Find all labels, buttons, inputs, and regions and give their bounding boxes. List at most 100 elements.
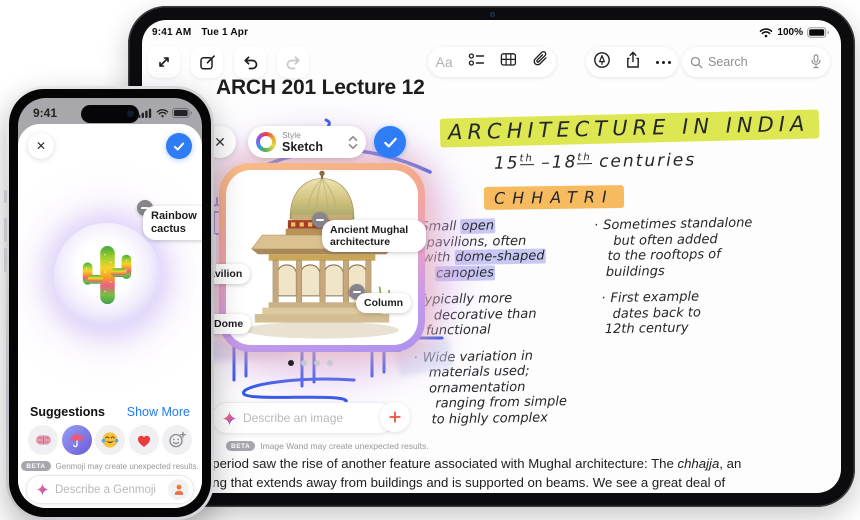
ipad-statusbar: 9:41 AM Tue 1 Apr — [152, 27, 258, 38]
text-format-button[interactable]: Aa — [435, 54, 452, 70]
handwritten-section-title: CHHATRI — [483, 185, 624, 210]
genmoji-beta-disclaimer: BETA Genmoji may create unexpected resul… — [18, 461, 202, 471]
style-picker[interactable]: Style Sketch — [248, 126, 366, 158]
ipad-screen: 9:41 AM Tue 1 Apr 100% Aa Search ARCH 20… — [142, 20, 841, 493]
attach-button[interactable] — [532, 51, 549, 73]
collapse-note-button[interactable] — [148, 46, 180, 78]
note-bullet: ·Wide variation inmaterials used;ornamen… — [413, 347, 619, 428]
ipad-date: Tue 1 Apr — [201, 27, 249, 38]
markup-toolbar — [586, 47, 678, 77]
undo-icon — [243, 55, 257, 69]
power-button — [213, 234, 216, 272]
red-heart-suggestion[interactable] — [128, 425, 159, 455]
add-image-button[interactable] — [380, 402, 410, 432]
battery-icon — [807, 27, 829, 38]
ipad-statusbar-right: 100% — [759, 27, 829, 38]
suggestions-row — [28, 425, 192, 455]
iphone-clock: 9:41 — [33, 106, 58, 120]
compose-button[interactable] — [191, 46, 223, 78]
battery-icon — [172, 108, 192, 118]
search-icon — [690, 56, 703, 68]
checklist-icon — [468, 53, 484, 66]
handwritten-heading: ARCHITECTURE IN INDIA — [439, 109, 820, 148]
dictation-mic-icon[interactable] — [810, 54, 822, 70]
iphone-screen: 9:41 ✕ Rainbow cactus Suggestions Show M… — [18, 98, 202, 508]
variant-page-dots[interactable] — [288, 360, 333, 366]
ipad-front-camera — [489, 12, 495, 17]
wand-beta-disclaimer: BETA Image Wand may create unexpected re… — [226, 441, 429, 451]
suggestions-label: Suggestions — [30, 405, 106, 419]
note-line: buildings — [605, 263, 665, 280]
add-emoji-suggestion[interactable] — [162, 425, 192, 455]
wifi-icon — [760, 28, 773, 38]
apple-intelligence-sparkle-icon — [36, 483, 49, 496]
wifi-icon — [156, 109, 169, 118]
undo-button[interactable] — [234, 46, 266, 78]
umbrella-suggestion[interactable] — [61, 425, 92, 455]
genmoji-disclaimer-text: Genmoji may create unexpected results. — [55, 461, 199, 471]
checklist-button[interactable] — [468, 52, 485, 72]
note-bullet: · Sometimes standalone but often added to t… — [594, 214, 841, 280]
battery-percent: 100% — [777, 27, 803, 38]
volume-down-button — [4, 248, 7, 272]
handwritten-subheading: 15th –18th centuries — [493, 150, 697, 174]
style-label: Style — [282, 130, 301, 140]
dynamic-island — [81, 105, 139, 123]
note-body-text: s period saw the rise of another feature… — [202, 456, 742, 490]
note-title: ARCH 201 Lecture 12 — [216, 76, 425, 99]
ipad-clock: 9:41 AM — [152, 27, 192, 38]
genmoji-accept-button[interactable] — [166, 133, 192, 159]
beta-badge: BETA — [21, 461, 51, 471]
table-icon — [500, 53, 516, 66]
note-bullet: · First example dates back to 12th century — [601, 287, 841, 338]
share-button[interactable] — [625, 51, 641, 74]
show-more-link[interactable]: Show More — [127, 405, 190, 419]
genmoji-close-button[interactable]: ✕ — [28, 133, 54, 159]
note-line: to highly complex — [431, 409, 549, 428]
genmoji-sheet: ✕ Rainbow cactus Suggestions Show More B… — [18, 124, 202, 508]
describe-genmoji-input[interactable]: Describe a Genmoji — [26, 475, 194, 504]
ipad-device: 9:41 AM Tue 1 Apr 100% Aa Search ARCH 20… — [128, 6, 855, 507]
describe-image-input[interactable]: Describe an image — [212, 402, 394, 434]
toolbar-left — [148, 46, 309, 78]
beta-badge: BETA — [226, 441, 256, 451]
checkmark-icon — [383, 137, 397, 147]
redo-button[interactable] — [277, 46, 309, 78]
more-button[interactable] — [655, 60, 671, 64]
tag-rainbow-cactus[interactable]: Rainbow cactus — [143, 206, 202, 240]
share-icon — [627, 51, 640, 68]
wand-disclaimer-text: Image Wand may create unexpected results… — [260, 441, 429, 451]
paperclip-icon — [533, 51, 547, 66]
search-placeholder: Search — [708, 55, 748, 69]
describe-image-placeholder: Describe an image — [243, 411, 344, 425]
chevron-up-down-icon — [348, 135, 358, 149]
cellular-signal-icon — [138, 108, 152, 118]
checkmark-icon — [173, 142, 185, 151]
rainbow-cactus-genmoji — [82, 245, 132, 305]
wand-accept-button[interactable] — [374, 126, 406, 158]
action-button — [4, 190, 7, 203]
people-genmoji-button[interactable] — [168, 479, 189, 500]
style-value: Sketch — [282, 139, 323, 154]
generated-image[interactable] — [226, 170, 418, 345]
iphone-bezel: 9:41 ✕ Rainbow cactus Suggestions Show M… — [9, 89, 211, 517]
style-color-ring-icon — [256, 132, 276, 152]
notes-column-right: · Sometimes standalone but often added to t… — [594, 214, 841, 349]
volume-up-button — [4, 218, 7, 242]
markup-button[interactable] — [593, 51, 611, 74]
redo-icon — [286, 55, 300, 69]
compose-icon — [199, 54, 215, 70]
search-input[interactable]: Search — [682, 47, 830, 77]
tag-column[interactable]: Column — [356, 293, 412, 313]
table-button[interactable] — [500, 52, 517, 72]
brain-suggestion[interactable] — [28, 425, 58, 455]
tag-ancient-mughal-architecture[interactable]: Ancient Mughal architecture — [322, 220, 426, 252]
pencil-circle-icon — [594, 51, 611, 68]
laughing-crying-face-suggestion[interactable] — [95, 425, 125, 455]
person-icon — [174, 484, 183, 495]
apple-intelligence-sparkle-icon — [222, 410, 237, 426]
plus-icon — [389, 411, 401, 423]
iphone-statusbar-right — [138, 108, 192, 118]
chhatri-pavilion-image — [245, 170, 399, 339]
note-line: 12th century — [604, 320, 689, 338]
